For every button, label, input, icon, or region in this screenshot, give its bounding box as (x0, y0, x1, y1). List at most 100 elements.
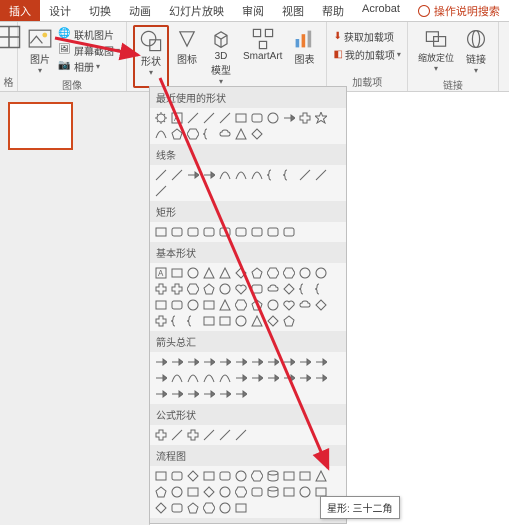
shape-item[interactable] (234, 355, 248, 369)
shape-item[interactable] (170, 501, 184, 515)
shape-item[interactable] (250, 225, 264, 239)
shape-item[interactable] (298, 355, 312, 369)
shape-item[interactable] (314, 298, 328, 312)
shape-item[interactable] (234, 282, 248, 296)
shape-item[interactable] (282, 225, 296, 239)
shape-item[interactable] (154, 298, 168, 312)
shape-item[interactable] (218, 282, 232, 296)
link-button[interactable]: 链接 ▾ (460, 25, 492, 77)
shape-item[interactable] (250, 371, 264, 385)
shape-item[interactable] (266, 298, 280, 312)
shape-item[interactable] (266, 469, 280, 483)
shape-item[interactable] (250, 282, 264, 296)
shape-item[interactable] (154, 485, 168, 499)
shape-item[interactable] (234, 168, 248, 182)
shape-item[interactable] (266, 355, 280, 369)
shape-item[interactable] (218, 371, 232, 385)
shape-item[interactable] (154, 184, 168, 198)
shape-item[interactable] (218, 314, 232, 328)
shape-item[interactable] (314, 282, 328, 296)
shape-item[interactable] (186, 371, 200, 385)
tab-view[interactable]: 视图 (273, 0, 313, 21)
shape-item[interactable] (154, 501, 168, 515)
shape-item[interactable] (314, 355, 328, 369)
tab-help[interactable]: 帮助 (313, 0, 353, 21)
shape-item[interactable] (218, 225, 232, 239)
tab-transition[interactable]: 切换 (80, 0, 120, 21)
shape-item[interactable] (218, 485, 232, 499)
shape-item[interactable] (234, 225, 248, 239)
shape-item[interactable] (218, 168, 232, 182)
shape-item[interactable] (234, 266, 248, 280)
shape-item[interactable] (186, 469, 200, 483)
shape-item[interactable] (282, 371, 296, 385)
shape-item[interactable] (234, 469, 248, 483)
shape-item[interactable] (186, 266, 200, 280)
shape-item[interactable] (250, 469, 264, 483)
shape-item[interactable] (154, 168, 168, 182)
shape-item[interactable] (154, 127, 168, 141)
screenshot-button[interactable]: 🖼屏幕截图▾ (58, 43, 120, 58)
shape-item[interactable] (298, 298, 312, 312)
shapes-dropdown-panel[interactable]: 最近使用的形状 A 线条 矩形 基本形状 A 箭头总汇 公式形状 流程图 星与旗… (149, 86, 347, 524)
shape-item[interactable] (314, 469, 328, 483)
shape-item[interactable] (218, 469, 232, 483)
zoom-button[interactable]: 缩放定位 ▾ (414, 25, 458, 77)
picture-button[interactable]: 图片 ▾ (24, 25, 56, 77)
shape-item[interactable] (186, 298, 200, 312)
shape-item[interactable] (170, 355, 184, 369)
shape-item[interactable] (186, 428, 200, 442)
shape-item[interactable] (234, 485, 248, 499)
slide-thumbnail-1[interactable] (8, 102, 73, 150)
shape-item[interactable] (202, 111, 216, 125)
shape-item[interactable] (234, 428, 248, 442)
shape-item[interactable] (234, 127, 248, 141)
shape-item[interactable] (186, 168, 200, 182)
smartart-button[interactable]: SmartArt (239, 25, 286, 88)
tab-design[interactable]: 设计 (40, 0, 80, 21)
shape-item[interactable] (298, 111, 312, 125)
shape-item[interactable] (202, 225, 216, 239)
shape-item[interactable] (170, 298, 184, 312)
online-pic-button[interactable]: 🌐联机图片 (58, 27, 120, 42)
shape-item[interactable] (314, 111, 328, 125)
shape-item[interactable] (154, 355, 168, 369)
shape-item[interactable] (170, 266, 184, 280)
shape-item[interactable] (234, 298, 248, 312)
shape-item[interactable] (266, 314, 280, 328)
shape-item[interactable] (154, 469, 168, 483)
shape-item[interactable] (282, 298, 296, 312)
shape-item[interactable] (250, 111, 264, 125)
shape-item[interactable] (202, 127, 216, 141)
shape-item[interactable] (282, 314, 296, 328)
tab-slideshow[interactable]: 幻灯片放映 (160, 0, 233, 21)
shape-item[interactable] (154, 111, 168, 125)
shape-item[interactable] (218, 111, 232, 125)
shape-item[interactable] (170, 469, 184, 483)
shape-item[interactable] (298, 485, 312, 499)
shape-item[interactable] (186, 485, 200, 499)
shape-item[interactable] (282, 111, 296, 125)
shape-item[interactable] (202, 298, 216, 312)
shape-item[interactable] (298, 168, 312, 182)
shape-item[interactable] (202, 168, 216, 182)
shape-item[interactable] (154, 314, 168, 328)
shape-item[interactable] (170, 225, 184, 239)
shape-item[interactable] (186, 225, 200, 239)
tab-review[interactable]: 审阅 (233, 0, 273, 21)
shape-item[interactable] (282, 469, 296, 483)
shape-item[interactable] (154, 225, 168, 239)
shape-item[interactable] (298, 469, 312, 483)
shape-item[interactable]: A (170, 111, 184, 125)
shape-item[interactable] (250, 127, 264, 141)
shape-item[interactable] (202, 314, 216, 328)
shape-item[interactable] (282, 485, 296, 499)
shape-item[interactable] (266, 225, 280, 239)
album-button[interactable]: 📷相册▾ (58, 59, 120, 74)
shape-item[interactable] (202, 266, 216, 280)
shape-item[interactable] (202, 282, 216, 296)
tab-animation[interactable]: 动画 (120, 0, 160, 21)
shape-item[interactable] (218, 298, 232, 312)
shape-item[interactable] (250, 168, 264, 182)
tab-acrobat[interactable]: Acrobat (353, 0, 409, 21)
